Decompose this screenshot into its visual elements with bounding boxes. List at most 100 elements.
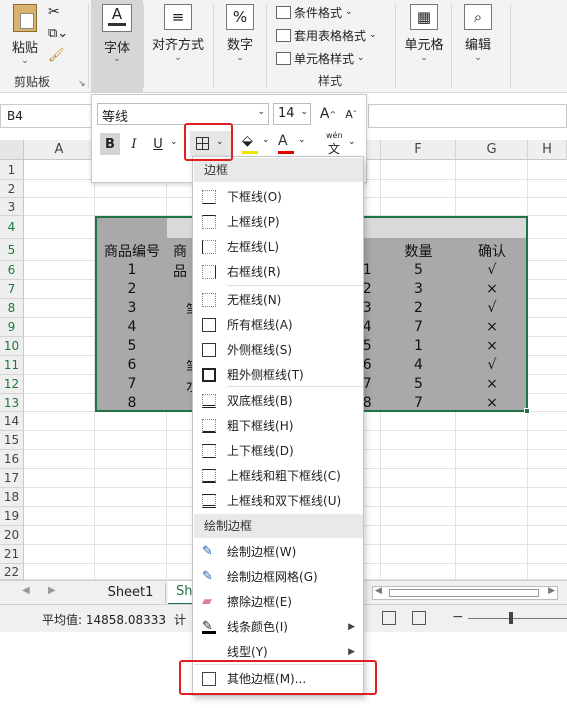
cell-qty[interactable]: 4 bbox=[381, 357, 456, 373]
cut-icon[interactable]: ✂ bbox=[48, 4, 60, 20]
fill-color-button[interactable]: ⬙ ⌄ bbox=[242, 133, 272, 155]
row-header[interactable]: 3 bbox=[0, 198, 24, 216]
cell-code[interactable]: 1 bbox=[97, 262, 167, 278]
zoom-slider-thumb[interactable] bbox=[509, 612, 513, 624]
cell-qty[interactable]: 5 bbox=[381, 376, 456, 392]
scroll-right-icon[interactable]: ▶ bbox=[48, 585, 56, 596]
cell-code[interactable]: 3 bbox=[97, 300, 167, 316]
cell-qty[interactable]: 1 bbox=[381, 338, 456, 354]
menu-item-top-border[interactable]: 上框线 (P) bbox=[194, 209, 363, 234]
column-header-g[interactable]: G bbox=[456, 140, 528, 160]
column-header-f[interactable]: F bbox=[381, 140, 456, 160]
cell-qty[interactable]: 3 bbox=[381, 281, 456, 297]
menu-item-erase-border[interactable]: ▰ 擦除边框 (E) bbox=[194, 589, 363, 614]
menu-item-top-bottom-border[interactable]: 上下框线 (D) bbox=[194, 438, 363, 463]
column-header-a[interactable]: A bbox=[24, 140, 95, 160]
cell-confirm[interactable]: × bbox=[456, 319, 528, 335]
cell-code[interactable]: 7 bbox=[97, 376, 167, 392]
paste-button[interactable]: 粘贴 ⌄ bbox=[8, 4, 42, 66]
row-header[interactable]: 7 bbox=[0, 280, 24, 299]
font-name-select[interactable]: 等线 ⌄ bbox=[97, 103, 269, 125]
menu-item-double-bottom-border[interactable]: 双底框线 (B) bbox=[194, 388, 363, 413]
bold-button[interactable]: B bbox=[100, 133, 120, 155]
menu-item-line-color[interactable]: ✎ 线条颜色 (I) ▶ bbox=[194, 614, 363, 639]
edit-button[interactable]: ⌕ 编辑 ⌄ bbox=[456, 4, 500, 63]
cell-confirm[interactable]: × bbox=[456, 376, 528, 392]
sheet-tab-sheet2[interactable]: Sh bbox=[168, 581, 193, 605]
cell-confirm[interactable]: × bbox=[456, 281, 528, 297]
row-header[interactable]: 2 bbox=[0, 180, 24, 198]
formula-bar[interactable] bbox=[368, 104, 567, 128]
number-button[interactable]: % 数字 ⌄ bbox=[218, 4, 262, 63]
row-header[interactable]: 10 bbox=[0, 337, 24, 356]
table-format-button[interactable]: 套用表格格式 ⌄ bbox=[276, 25, 377, 45]
cell-code[interactable]: 5 bbox=[97, 338, 167, 354]
header-confirm[interactable]: 确认 bbox=[456, 241, 528, 261]
cell-qty[interactable]: 2 bbox=[381, 300, 456, 316]
cell-code[interactable]: 4 bbox=[97, 319, 167, 335]
menu-item-all-borders[interactable]: 所有框线 (A) bbox=[194, 312, 363, 337]
cell-code[interactable]: 2 bbox=[97, 281, 167, 297]
menu-item-right-border[interactable]: 右框线 (R) bbox=[194, 259, 363, 284]
format-painter-icon[interactable]: 🖌 bbox=[48, 48, 65, 63]
row-header[interactable]: 16 bbox=[0, 450, 24, 469]
row-header[interactable]: 5 bbox=[0, 239, 24, 261]
column-header-h[interactable]: H bbox=[528, 140, 567, 160]
row-header[interactable]: 11 bbox=[0, 356, 24, 375]
cell-confirm[interactable]: × bbox=[456, 395, 528, 411]
menu-item-outside-borders[interactable]: 外侧框线 (S) bbox=[194, 337, 363, 362]
menu-item-top-thick-bottom-border[interactable]: 上框线和粗下框线 (C) bbox=[194, 463, 363, 488]
sheet-tab-sheet1[interactable]: Sheet1 bbox=[96, 583, 166, 603]
menu-item-draw-border[interactable]: ✎ 绘制边框 (W) bbox=[194, 539, 363, 564]
row-header[interactable]: 12 bbox=[0, 375, 24, 394]
underline-button[interactable]: U bbox=[148, 133, 168, 155]
cell-qty[interactable]: 7 bbox=[381, 319, 456, 335]
name-box[interactable]: B4 bbox=[0, 104, 92, 128]
menu-item-draw-border-grid[interactable]: ✎ 绘制边框网格 (G) bbox=[194, 564, 363, 589]
menu-item-bottom-border[interactable]: 下框线 (O) bbox=[194, 184, 363, 209]
italic-button[interactable]: I bbox=[124, 133, 144, 155]
row-header[interactable]: 8 bbox=[0, 299, 24, 318]
row-header[interactable]: 1 bbox=[0, 160, 24, 180]
row-header[interactable]: 18 bbox=[0, 488, 24, 507]
font-button[interactable]: A 字体 ⌄ bbox=[91, 0, 143, 93]
menu-item-left-border[interactable]: 左框线 (L) bbox=[194, 234, 363, 259]
font-color-button[interactable]: A ⌄ bbox=[278, 133, 308, 155]
menu-item-no-border[interactable]: 无框线 (N) bbox=[194, 287, 363, 312]
cell-confirm[interactable]: × bbox=[456, 338, 528, 354]
row-header[interactable]: 20 bbox=[0, 526, 24, 545]
scroll-left-icon[interactable]: ◀ bbox=[22, 585, 30, 596]
select-all-corner[interactable] bbox=[0, 140, 24, 160]
row-header[interactable]: 19 bbox=[0, 507, 24, 526]
conditional-format-button[interactable]: 条件格式 ⌄ bbox=[276, 2, 353, 22]
menu-item-top-double-bottom-border[interactable]: 上框线和双下框线 (U) bbox=[194, 488, 363, 513]
font-size-select[interactable]: 14 ⌄ bbox=[273, 103, 311, 125]
chevron-down-icon[interactable]: ⌄ bbox=[170, 137, 178, 147]
normal-view-icon[interactable] bbox=[382, 611, 396, 625]
cell-qty[interactable]: 7 bbox=[381, 395, 456, 411]
menu-item-thick-outside-borders[interactable]: 粗外侧框线 (T) bbox=[194, 362, 363, 387]
cell-code[interactable]: 6 bbox=[97, 357, 167, 373]
alignment-button[interactable]: ≡ 对齐方式 ⌄ bbox=[150, 4, 206, 63]
row-header[interactable]: 14 bbox=[0, 412, 24, 431]
row-header[interactable]: 4 bbox=[0, 216, 24, 239]
cell-confirm[interactable]: √ bbox=[456, 357, 528, 373]
zoom-out-icon[interactable]: − bbox=[452, 609, 464, 625]
cell-qty[interactable]: 5 bbox=[381, 262, 456, 278]
shrink-font-button[interactable]: Aˇ bbox=[341, 103, 361, 125]
cell-style-button[interactable]: 单元格样式 ⌄ bbox=[276, 48, 365, 68]
cell-code[interactable]: 8 bbox=[97, 395, 167, 411]
dialog-launcher-icon[interactable]: ↘ bbox=[78, 79, 86, 89]
row-header[interactable]: 22 bbox=[0, 564, 24, 580]
phonetic-button[interactable]: wén 文 ⌄ bbox=[324, 131, 360, 156]
page-layout-icon[interactable] bbox=[412, 611, 426, 625]
row-header[interactable]: 15 bbox=[0, 431, 24, 450]
row-header[interactable]: 6 bbox=[0, 261, 24, 280]
menu-item-thick-bottom-border[interactable]: 粗下框线 (H) bbox=[194, 413, 363, 438]
cell-confirm[interactable]: √ bbox=[456, 300, 528, 316]
header-code[interactable]: 商品编号 bbox=[97, 241, 167, 261]
zoom-slider[interactable] bbox=[468, 618, 567, 619]
row-header[interactable]: 13 bbox=[0, 394, 24, 412]
row-header[interactable]: 9 bbox=[0, 318, 24, 337]
grow-font-button[interactable]: A ^ bbox=[318, 103, 338, 125]
